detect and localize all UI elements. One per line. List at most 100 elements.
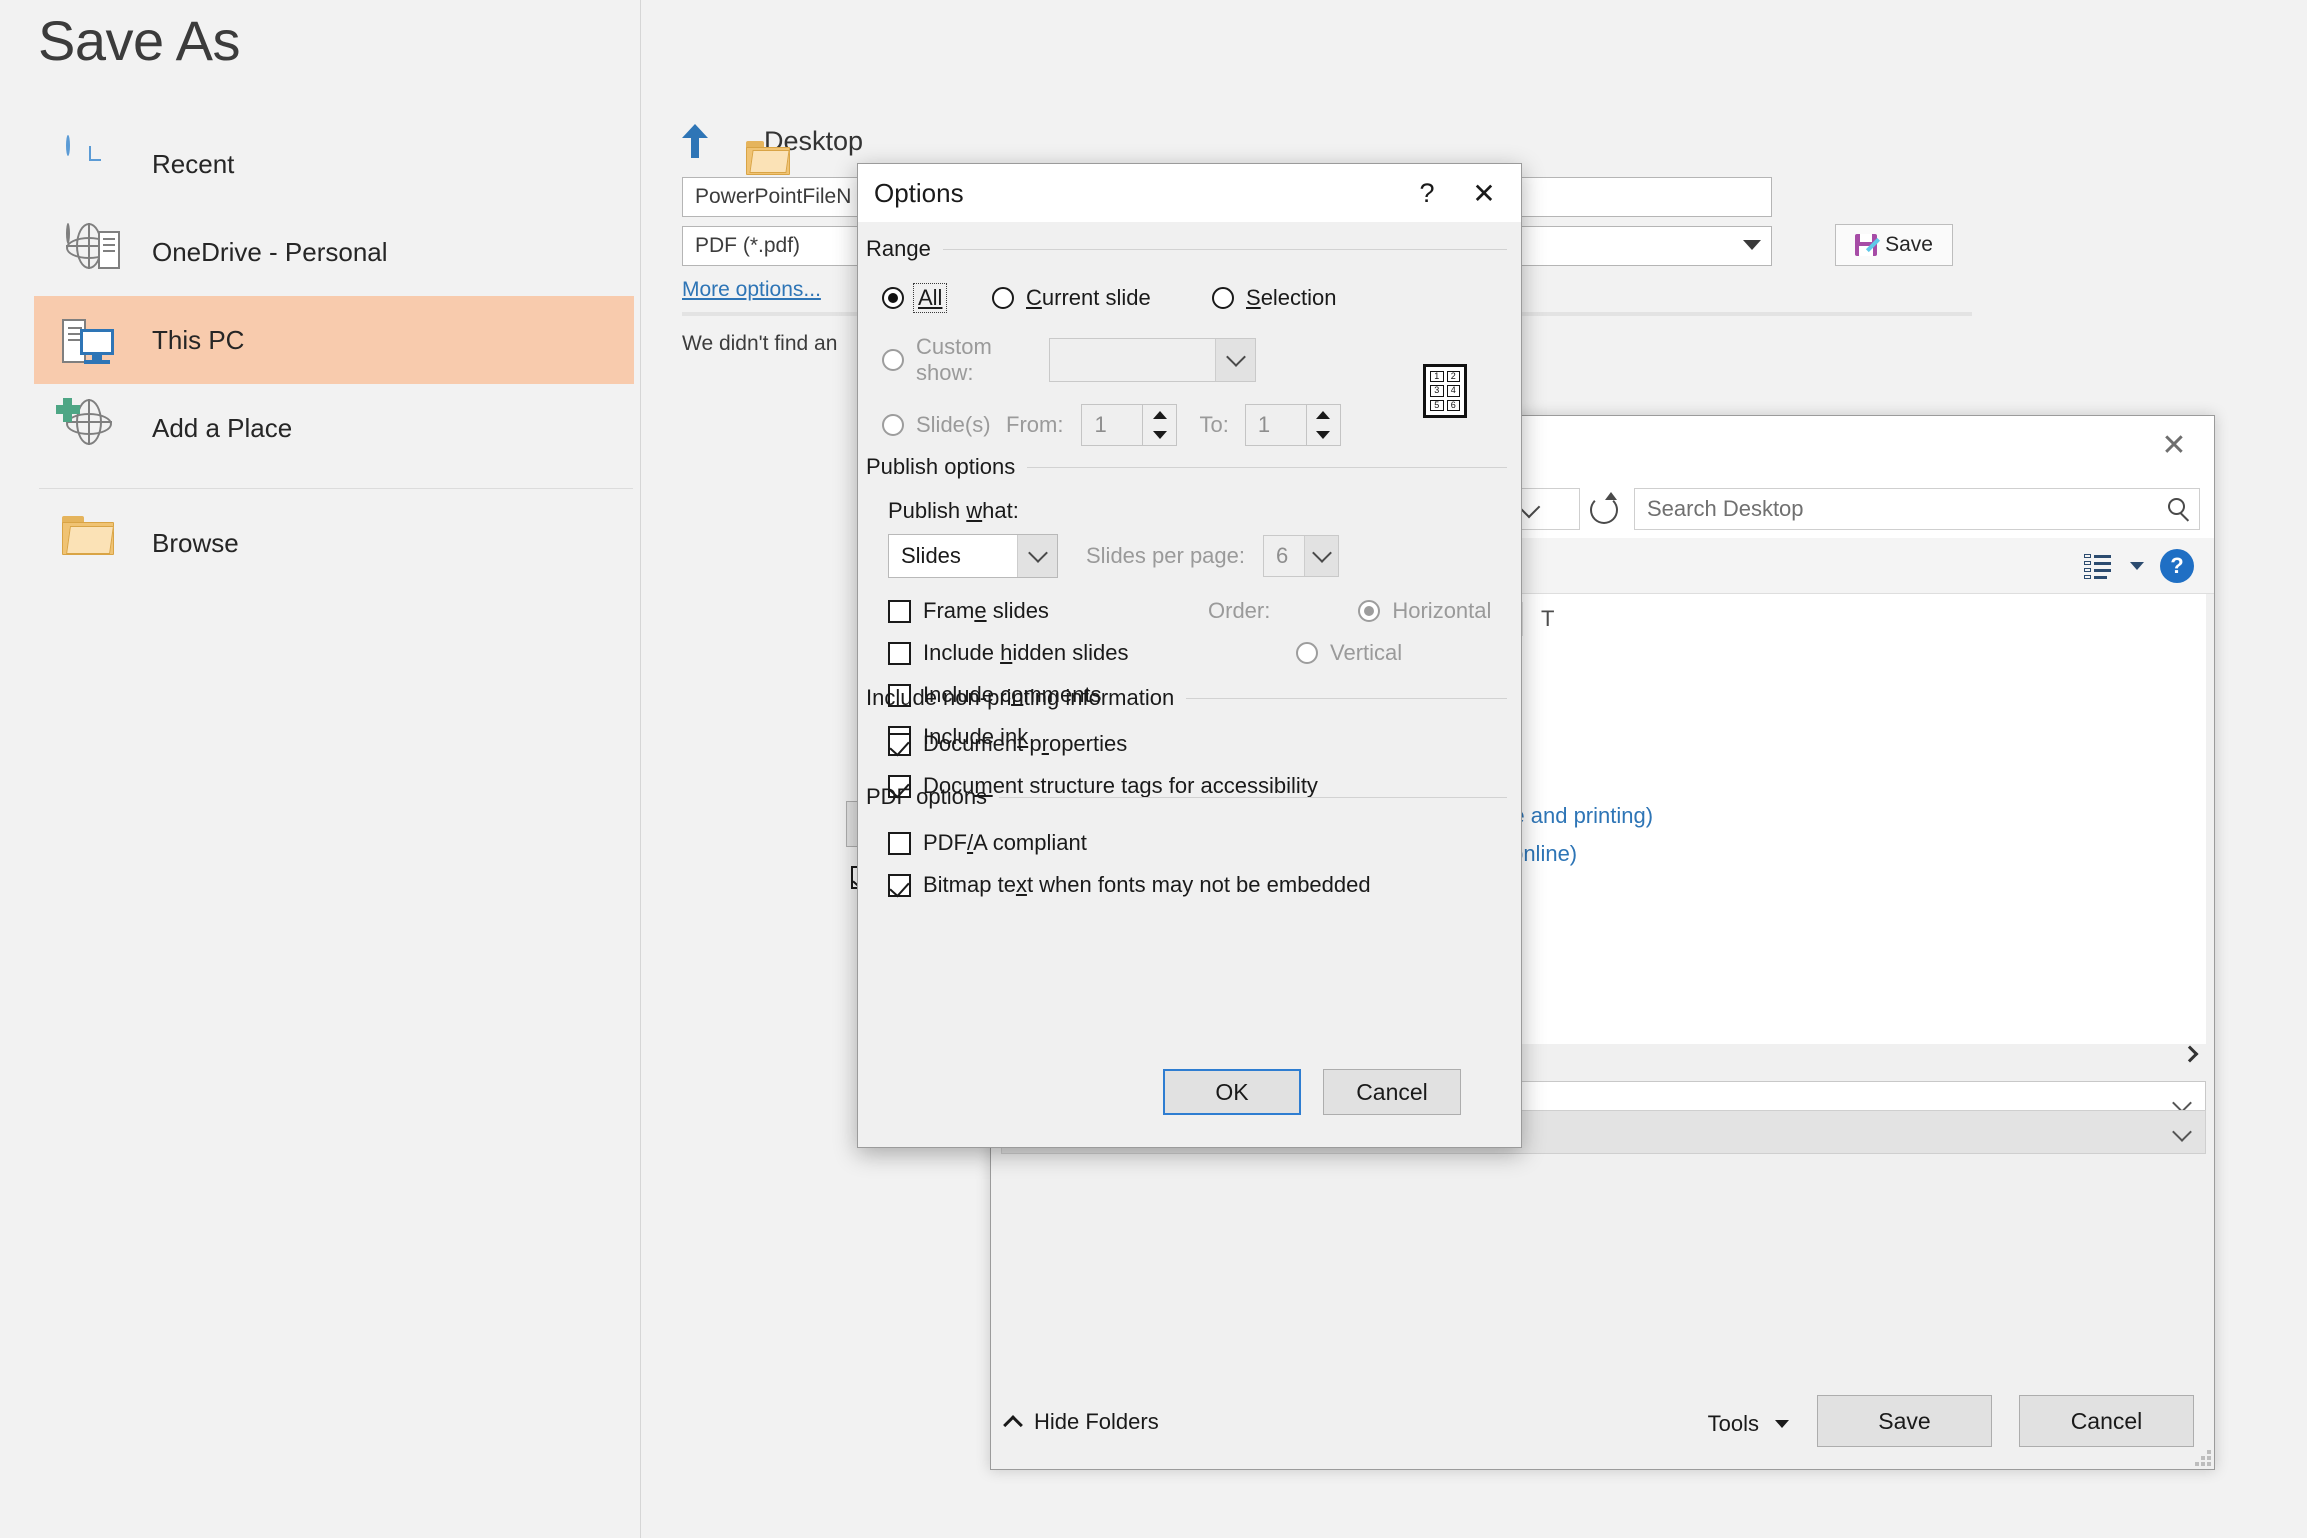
preview-cell: 5 — [1430, 400, 1444, 411]
nonprinting-group: Include non-printing information Documen… — [866, 685, 1511, 799]
help-icon[interactable]: ? — [2160, 549, 2194, 583]
publish-what-label: Publish what: — [866, 498, 1511, 524]
options-dialog: Options ? ✕ Range All Current slide Sele… — [857, 163, 1522, 1148]
more-options-link[interactable]: More options... — [682, 278, 821, 302]
order-radio-horizontal[interactable]: Horizontal — [1358, 598, 1491, 624]
from-spinner[interactable]: 1 — [1081, 404, 1177, 446]
range-radio-label: All — [918, 285, 942, 310]
checkbox-include-hidden-slides[interactable]: Include hidden slides — [888, 640, 1296, 666]
range-radio-label: Current slide — [1026, 285, 1151, 311]
explorer-cancel-button[interactable]: Cancel — [2019, 1395, 2194, 1447]
chevron-up-icon — [1003, 1415, 1023, 1435]
radio-icon — [1358, 600, 1380, 622]
close-icon[interactable]: ✕ — [1461, 172, 1507, 214]
checkbox-label: Include hidden slides — [923, 640, 1129, 666]
preview-cell: 2 — [1447, 371, 1461, 382]
spinner-down-icon[interactable] — [1306, 424, 1340, 445]
sidebar-item-browse[interactable]: Browse — [34, 499, 634, 587]
preview-cell: 4 — [1447, 385, 1461, 396]
explorer-save-button[interactable]: Save — [1817, 1395, 1992, 1447]
divider — [39, 488, 633, 489]
checkbox-document-properties[interactable]: Document properties — [866, 731, 1511, 757]
chevron-down-icon[interactable] — [2130, 562, 2144, 570]
chevron-down-icon — [1017, 535, 1057, 577]
spinner-up-icon[interactable] — [1306, 405, 1340, 426]
ok-button[interactable]: OK — [1163, 1069, 1301, 1115]
radio-icon — [1296, 642, 1318, 664]
slides-per-page-select[interactable]: 6 — [1263, 535, 1339, 577]
publish-options-legend: Publish options — [866, 454, 1511, 480]
dialog-buttons: OK Cancel — [1163, 1069, 1461, 1115]
preview-cell: 3 — [1430, 385, 1444, 396]
dialog-titlebar: Options ? ✕ — [858, 164, 1521, 222]
order-radio-vertical[interactable]: Vertical — [1296, 640, 1402, 666]
pdf-options-legend: PDF options — [866, 784, 1511, 810]
add-place-icon — [62, 401, 116, 455]
this-pc-icon — [62, 313, 116, 367]
places-list: Recent OneDrive - Personal This PC — [34, 120, 634, 587]
resize-grip[interactable] — [2195, 1450, 2211, 1466]
range-radio-selection[interactable]: Selection — [1212, 285, 1337, 311]
range-legend: Range — [866, 236, 1511, 262]
column-header-type[interactable]: T — [1523, 606, 1554, 632]
radio-icon — [882, 414, 904, 436]
from-label: From: — [1006, 412, 1063, 438]
range-radio-all[interactable]: All — [882, 284, 992, 312]
to-spinner[interactable]: 1 — [1245, 404, 1341, 446]
range-group: Range All Current slide Selection Custom… — [866, 236, 1511, 446]
publish-what-select[interactable]: Slides — [888, 534, 1058, 578]
chevron-down-icon — [1775, 1420, 1789, 1428]
sidebar-item-onedrive[interactable]: OneDrive - Personal — [34, 208, 634, 296]
refresh-icon[interactable] — [1586, 492, 1620, 526]
slides-label: Slide(s) — [916, 412, 991, 438]
breadcrumb: Desktop — [682, 124, 863, 158]
search-icon — [2168, 498, 2185, 515]
checkbox-icon — [888, 600, 911, 623]
range-radio-current-slide[interactable]: Current slide — [992, 285, 1212, 311]
onedrive-icon — [62, 225, 116, 279]
radio-icon — [882, 287, 904, 309]
publish-what-value: Slides — [901, 543, 961, 569]
range-radio-slides[interactable]: Slide(s) — [882, 412, 1000, 438]
sidebar-item-add-a-place[interactable]: Add a Place — [34, 384, 634, 472]
scroll-right-icon[interactable] — [2182, 1046, 2199, 1063]
search-placeholder: Search Desktop — [1647, 496, 1804, 522]
spinner-up-icon[interactable] — [1142, 405, 1176, 426]
clock-icon — [62, 137, 116, 191]
save-button-label: Save — [1885, 233, 1933, 257]
radio-icon — [882, 349, 904, 371]
sidebar-item-label: Add a Place — [152, 413, 292, 444]
tools-label: Tools — [1708, 1411, 1759, 1437]
range-radio-custom-show[interactable]: Custom show: — [882, 334, 1027, 386]
cancel-button[interactable]: Cancel — [1323, 1069, 1461, 1115]
close-icon[interactable]: ✕ — [2146, 424, 2202, 466]
sidebar-item-this-pc[interactable]: This PC — [34, 296, 634, 384]
slide-layout-preview-icon: 1 2 3 4 5 6 — [1423, 364, 1467, 418]
order-label-text: Horizontal — [1392, 598, 1491, 624]
checkbox-frame-slides[interactable]: Frame slides — [888, 598, 1208, 624]
sidebar-item-label: This PC — [152, 325, 244, 356]
sidebar-item-label: Browse — [152, 528, 239, 559]
from-value: 1 — [1094, 412, 1106, 438]
pane-divider — [640, 0, 641, 1538]
hide-folders-label: Hide Folders — [1034, 1409, 1159, 1435]
slides-per-page-value: 6 — [1276, 543, 1288, 569]
order-label: Order: — [1208, 598, 1270, 624]
checkbox-pdfa-compliant[interactable]: PDF/A compliant — [866, 830, 1511, 856]
range-radio-label: Selection — [1246, 285, 1337, 311]
tools-button[interactable]: Tools — [1708, 1411, 1789, 1437]
view-options-icon[interactable] — [2084, 553, 2114, 579]
save-button[interactable]: Save — [1835, 224, 1953, 266]
up-one-level-icon[interactable] — [682, 124, 708, 158]
checkbox-bitmap-text[interactable]: Bitmap text when fonts may not be embedd… — [866, 872, 1511, 898]
checkbox-label: Document properties — [923, 731, 1127, 757]
help-icon[interactable]: ? — [1405, 172, 1449, 214]
spinner-down-icon[interactable] — [1142, 424, 1176, 445]
custom-show-select[interactable] — [1049, 338, 1256, 382]
checkbox-icon — [888, 874, 911, 897]
search-input[interactable]: Search Desktop — [1634, 488, 2200, 530]
sidebar-item-label: OneDrive - Personal — [152, 237, 388, 268]
hide-folders-button[interactable]: Hide Folders — [1006, 1409, 1159, 1435]
sidebar-item-recent[interactable]: Recent — [34, 120, 634, 208]
page-title: Save As — [38, 8, 240, 73]
